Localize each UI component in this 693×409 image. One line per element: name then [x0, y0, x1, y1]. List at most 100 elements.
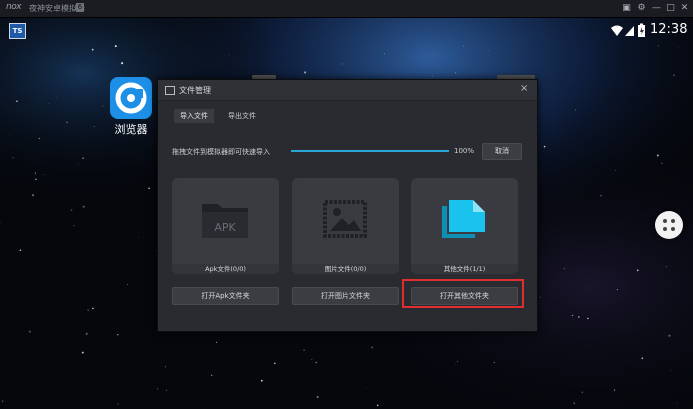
star	[77, 164, 79, 165]
open-apk-folder-button[interactable]: 打开Apk文件夹	[172, 287, 279, 305]
star	[661, 162, 663, 164]
star	[641, 357, 644, 360]
star	[600, 195, 602, 197]
star	[574, 109, 576, 111]
star	[43, 174, 45, 175]
floating-menu-button[interactable]	[655, 211, 683, 239]
tab-export-files[interactable]: 导出文件	[222, 109, 262, 123]
other-files-count: 其他文件(1/1)	[411, 264, 518, 274]
star	[341, 63, 343, 65]
close-window-icon[interactable]: ✕	[679, 2, 690, 14]
star	[668, 334, 671, 337]
highlight-box	[402, 279, 524, 308]
tab-import-files[interactable]: 导入文件	[174, 109, 214, 123]
apk-folder-icon-text: APK	[214, 221, 236, 234]
ts-app-notification-icon: TS	[9, 23, 26, 39]
star	[19, 249, 22, 252]
star	[28, 330, 31, 333]
nox-logo: nox	[6, 2, 22, 12]
star	[547, 94, 549, 96]
menu-dot	[663, 219, 667, 223]
star	[102, 105, 104, 107]
star	[12, 157, 15, 159]
image-files-card[interactable]: 图片文件(0/0)	[292, 178, 399, 274]
star	[1, 400, 4, 402]
dialog-title-bar: 文件管理 ×	[158, 80, 537, 101]
star	[676, 402, 678, 404]
star	[48, 103, 50, 105]
star	[35, 178, 37, 180]
star	[114, 45, 117, 48]
import-progress-bar	[291, 150, 449, 152]
open-image-folder-button[interactable]: 打开图片文件夹	[292, 287, 399, 305]
star	[487, 49, 489, 51]
star	[215, 341, 218, 344]
star	[148, 187, 150, 190]
star	[563, 267, 566, 270]
browser-app-label[interactable]: 浏览器	[106, 121, 156, 137]
star	[81, 351, 84, 354]
star	[316, 396, 319, 398]
star	[116, 58, 118, 59]
dialog-close-icon[interactable]: ×	[520, 83, 528, 95]
star	[619, 251, 620, 253]
menu-dot	[671, 227, 675, 231]
star	[70, 209, 73, 211]
import-progress-fill	[291, 150, 449, 152]
android-status-bar: TS 12:38	[0, 17, 693, 44]
star	[573, 402, 576, 405]
star	[616, 289, 618, 291]
star	[38, 137, 40, 140]
star	[126, 283, 128, 285]
apk-files-card[interactable]: APK Apk文件(0/0)	[172, 178, 279, 274]
battery-icon	[638, 23, 645, 37]
star	[304, 71, 307, 74]
star	[303, 349, 305, 351]
star	[117, 333, 119, 336]
minimize-icon[interactable]: —	[651, 2, 662, 14]
star	[371, 346, 374, 349]
star	[657, 45, 659, 47]
star	[91, 48, 94, 51]
star	[315, 361, 317, 364]
star	[493, 361, 495, 363]
star	[311, 358, 313, 361]
star	[66, 121, 68, 124]
clock: 12:38	[650, 22, 688, 37]
menu-dot	[671, 219, 675, 223]
star	[228, 54, 230, 56]
star	[457, 361, 459, 362]
star	[431, 75, 433, 77]
multi-window-icon[interactable]: ▣	[621, 2, 632, 14]
maximize-icon[interactable]: □	[665, 2, 676, 14]
star	[210, 374, 213, 377]
apk-folder-icon: APK	[202, 204, 248, 238]
emulator-title-bar: nox 夜神安卓模拟器 6 ▣ ⚙ — □ ✕	[0, 0, 693, 18]
star	[164, 366, 167, 368]
star	[571, 314, 574, 317]
star	[16, 100, 18, 103]
other-files-card[interactable]: 其他文件(1/1)	[411, 178, 518, 274]
star	[581, 391, 583, 393]
settings-gear-icon[interactable]: ⚙	[636, 2, 647, 14]
star	[117, 403, 119, 405]
star	[92, 307, 94, 310]
star	[8, 133, 10, 135]
document-icon	[442, 200, 485, 238]
star	[656, 154, 659, 157]
star	[670, 369, 672, 371]
star	[678, 46, 679, 48]
star	[93, 125, 95, 128]
browser-app-icon[interactable]	[109, 76, 153, 120]
cancel-button[interactable]: 取消	[482, 143, 522, 160]
star	[587, 317, 589, 320]
star	[463, 45, 465, 47]
status-icons	[611, 23, 645, 37]
drag-drop-hint: 拖拽文件到模拟器即可快速导入	[172, 148, 270, 156]
star	[665, 266, 667, 268]
star	[138, 236, 140, 238]
star	[540, 296, 541, 298]
star	[85, 332, 88, 335]
dialog-title: 文件管理	[179, 86, 211, 95]
star	[383, 53, 385, 55]
